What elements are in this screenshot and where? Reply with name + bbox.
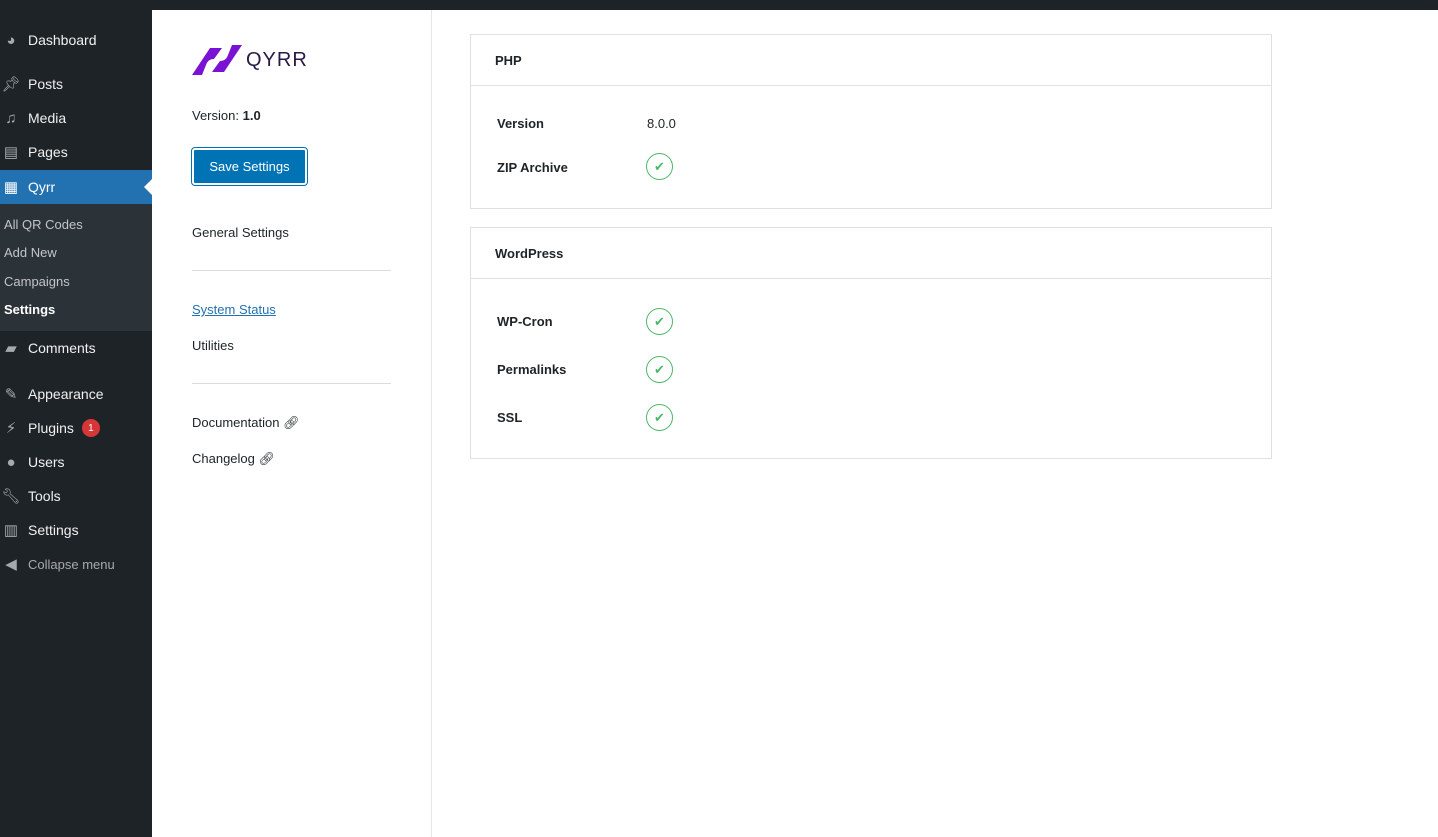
submenu-settings[interactable]: Settings	[4, 302, 55, 317]
sliders-icon: ▥	[3, 522, 19, 539]
nav-utilities[interactable]: Utilities	[192, 338, 234, 353]
qyrr-submenu: All QR Codes Add New Campaigns Settings	[0, 204, 152, 331]
menu-posts[interactable]: 📌︎ Posts	[0, 67, 152, 101]
menu-label: Tools	[28, 488, 61, 504]
collapse-icon: ◀	[5, 556, 17, 573]
check-icon: ✔	[646, 308, 673, 335]
link-icon: 🔗︎	[283, 415, 300, 430]
comment-icon: ▰	[5, 340, 17, 357]
menu-label: Qyrr	[28, 179, 56, 195]
card-title: PHP	[471, 35, 1271, 86]
card-title: WordPress	[471, 228, 1271, 279]
menu-label: Posts	[28, 76, 64, 92]
link-label: Changelog	[192, 451, 255, 466]
menu-media[interactable]: ♫ Media	[0, 101, 152, 135]
link-label: Documentation	[192, 415, 280, 430]
admin-sidebar: ◕ Dashboard 📌︎ Posts ♫ Media ▤ Pages ▦ Qyrr A…	[0, 10, 152, 837]
settings-panel: QYRR Version: 1.0 Save Settings General …	[152, 10, 432, 837]
menu-users[interactable]: ● Users	[0, 445, 152, 479]
nav-system-status[interactable]: System Status	[192, 302, 276, 317]
documentation-link[interactable]: Documentation 🔗︎	[192, 415, 300, 431]
permalinks-label: Permalinks	[497, 362, 567, 377]
media-icon: ♫	[5, 109, 17, 127]
qr-icon: ▦	[3, 179, 19, 196]
menu-label: Dashboard	[28, 32, 97, 48]
changelog-link[interactable]: Changelog 🔗︎	[192, 451, 275, 467]
logo-text: QYRR	[246, 48, 308, 71]
version-label: Version:	[192, 108, 239, 123]
update-badge: 1	[81, 419, 100, 437]
brush-icon: ✎	[4, 386, 18, 403]
menu-settings[interactable]: ▥ Settings	[0, 513, 152, 547]
menu-plugins[interactable]: ⚡︎ Plugins 1	[0, 411, 152, 445]
qyrr-logo-icon	[192, 45, 242, 75]
check-icon: ✔	[646, 404, 673, 431]
menu-dashboard[interactable]: ◕ Dashboard	[0, 23, 152, 57]
php-version-value: 8.0.0	[647, 116, 676, 131]
menu-label: Plugins	[28, 420, 74, 436]
menu-label: Media	[28, 110, 67, 126]
dashboard-icon: ◕	[6, 31, 16, 49]
link-icon: 🔗︎	[258, 451, 276, 466]
menu-label: Settings	[28, 522, 79, 538]
wp-cron-label: WP-Cron	[497, 314, 553, 329]
menu-label: Appearance	[28, 386, 104, 402]
nav-general-settings[interactable]: General Settings	[192, 225, 289, 240]
submenu-add-new[interactable]: Add New	[4, 245, 57, 260]
menu-appearance[interactable]: ✎ Appearance	[0, 377, 152, 411]
submenu-campaigns[interactable]: Campaigns	[4, 274, 70, 289]
divider	[192, 383, 391, 384]
pages-icon: ▤	[3, 144, 19, 161]
php-card: PHP Version 8.0.0 ZIP Archive ✔	[470, 34, 1272, 209]
menu-comments[interactable]: ▰ Comments	[0, 331, 152, 365]
admin-bar	[0, 0, 1438, 10]
menu-tools[interactable]: 🔧︎ Tools	[0, 479, 152, 513]
plugin-icon: ⚡︎	[5, 420, 17, 437]
ssl-label: SSL	[497, 410, 523, 425]
menu-label: Users	[28, 454, 65, 470]
check-icon: ✔	[646, 356, 673, 383]
version-value: 1.0	[242, 108, 261, 123]
check-icon: ✔	[646, 153, 673, 180]
user-icon: ●	[6, 453, 16, 471]
php-version-label: Version	[497, 116, 544, 131]
wordpress-card: WordPress WP-Cron ✔ Permalinks ✔ SSL ✔	[470, 227, 1272, 459]
zip-archive-label: ZIP Archive	[497, 160, 568, 175]
pin-icon: 📌︎	[1, 76, 21, 93]
qyrr-logo: QYRR	[192, 45, 308, 75]
collapse-menu-button[interactable]: ◀ Collapse menu	[0, 547, 152, 581]
menu-label: Pages	[28, 144, 68, 160]
divider	[192, 270, 391, 271]
save-settings-button[interactable]: Save Settings	[191, 147, 308, 186]
collapse-label: Collapse menu	[28, 556, 115, 572]
menu-label: Comments	[28, 340, 96, 356]
menu-pages[interactable]: ▤ Pages	[0, 135, 152, 169]
version-info: Version: 1.0	[192, 108, 261, 123]
submenu-all-qr-codes[interactable]: All QR Codes	[4, 217, 83, 232]
menu-qyrr[interactable]: ▦ Qyrr	[0, 170, 152, 204]
wrench-icon: 🔧︎	[1, 488, 21, 505]
